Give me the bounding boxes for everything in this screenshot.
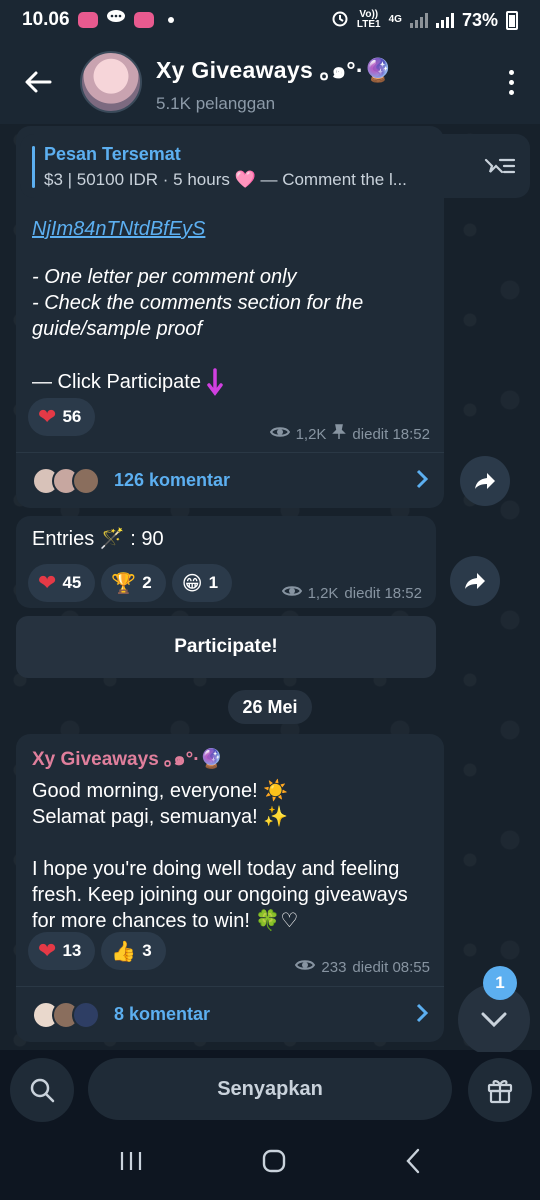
reaction-trophy[interactable]: 🏆 2 [101, 564, 166, 602]
status-bar: 10.06 Vo)) LTE1 4G 73% [0, 0, 540, 40]
reaction-count: 13 [62, 941, 82, 960]
view-count: 1,2K [307, 584, 339, 602]
pin-list-icon[interactable] [482, 154, 516, 178]
system-nav-bar [0, 1126, 540, 1200]
message-meta: 1,2K diedit 18:52 [269, 424, 430, 444]
bottom-input-bar: Senyapkan [0, 1052, 540, 1126]
thumbs-up-icon: 👍 [111, 940, 137, 963]
commenter-avatars [32, 1000, 100, 1029]
share-icon [475, 473, 495, 489]
message-meta: 1,2K diedit 18:52 [281, 584, 422, 602]
reaction-thumbs-up[interactable]: 👍 3 [101, 932, 166, 970]
message-bubble: Entries 🪄 : 90 ❤ 45 🏆 2 😁 1 1,2K diedit … [16, 516, 436, 608]
heart-icon: ❤ [38, 404, 57, 429]
gift-icon [487, 1080, 513, 1104]
participate-button[interactable]: Participate! [16, 616, 436, 678]
sender-name: Xy Giveaways ｡๑°·🔮 [32, 749, 224, 770]
channel-title: Xy Giveaways ｡๑°·🔮 [156, 56, 393, 83]
view-count: 1,2K [295, 425, 327, 443]
network-bottom: LTE1 [356, 19, 381, 30]
chat-bubble-icon [106, 9, 126, 31]
chevron-down-icon [481, 1012, 507, 1028]
network-type: 4G [388, 14, 402, 25]
message-text: Good morning, everyone! ☀️ [32, 780, 289, 802]
share-button[interactable] [450, 556, 500, 606]
eye-icon [269, 425, 290, 443]
message-text: Selamat pagi, semuanya! ✨ [32, 806, 289, 828]
home-button[interactable] [261, 1148, 287, 1179]
comments-button[interactable]: 126 komentar [16, 452, 444, 508]
gift-button[interactable] [468, 1058, 532, 1122]
message-meta: 233 diedit 08:55 [295, 958, 430, 976]
search-icon [30, 1078, 55, 1103]
share-button[interactable] [460, 456, 510, 506]
heart-icon: ❤ [38, 570, 57, 595]
message-text: I hope you're doing well today and feeli… [32, 858, 408, 932]
entries-text: Entries 🪄 : 90 [32, 528, 164, 550]
search-button[interactable] [10, 1058, 74, 1122]
message-text: - One letter per comment only [32, 266, 297, 288]
dot-icon [167, 17, 174, 23]
recent-apps-button[interactable] [119, 1150, 143, 1177]
alarm-icon [331, 9, 349, 32]
share-icon [465, 573, 485, 589]
message-link[interactable]: NjIm84nTNtdBfEyS [32, 216, 432, 242]
reaction-count: 2 [142, 573, 152, 592]
date-separator: 26 Mei [228, 690, 312, 724]
pinned-message-bar[interactable]: Pesan Tersemat $3 | 50100 IDR · 5 hours … [20, 134, 530, 198]
back-button[interactable] [14, 58, 62, 106]
pin-icon [332, 424, 347, 444]
message-bubble: Xy Giveaways ｡๑°·🔮 Good morning, everyon… [16, 734, 444, 1042]
mute-button[interactable]: Senyapkan [88, 1058, 452, 1120]
comments-count: 126 komentar [114, 470, 231, 490]
battery-icon [506, 10, 518, 30]
heart-icon: ❤ [38, 938, 57, 963]
signal-icon [409, 12, 428, 28]
notification-app-icon [133, 12, 154, 28]
message-text: - Check the comments section for the gui… [32, 292, 364, 340]
reaction-count: 3 [142, 941, 152, 960]
edited-time: diedit 18:52 [352, 425, 430, 443]
comments-count: 8 komentar [114, 1004, 211, 1024]
eye-icon [295, 958, 316, 976]
pinned-text: $3 | 50100 IDR · 5 hours 🩷 — Comment the… [44, 170, 407, 189]
recent-apps-icon [120, 1151, 142, 1170]
edited-time: diedit 08:55 [352, 958, 430, 976]
back-chevron-icon [406, 1148, 420, 1173]
comments-button[interactable]: 8 komentar [16, 986, 444, 1042]
reaction-heart[interactable]: ❤ 56 [28, 398, 96, 436]
down-arrow-icon [207, 368, 223, 396]
view-count: 233 [321, 958, 347, 976]
eye-icon [281, 584, 302, 602]
channel-info[interactable]: Xy Giveaways ｡๑°·🔮 5.1K pelanggan [156, 51, 393, 114]
grin-icon: 😁 [181, 572, 203, 595]
reaction-grin[interactable]: 😁 1 [171, 564, 233, 602]
pinned-label: Pesan Tersemat [44, 144, 181, 164]
reaction-count: 56 [62, 407, 82, 426]
system-back-button[interactable] [405, 1148, 421, 1179]
reaction-heart[interactable]: ❤ 45 [28, 564, 96, 602]
battery-percent: 73% [461, 9, 498, 30]
reaction-heart[interactable]: ❤ 13 [28, 932, 96, 970]
status-time: 10.06 [22, 9, 70, 30]
signal-icon [435, 12, 454, 28]
home-icon [262, 1149, 286, 1172]
chat-header: Xy Giveaways ｡๑°·🔮 5.1K pelanggan [0, 40, 540, 124]
back-arrow-icon [25, 71, 52, 93]
reaction-count: 45 [62, 573, 82, 592]
chevron-right-icon [416, 999, 429, 1030]
trophy-icon: 🏆 [111, 572, 137, 595]
chevron-right-icon [416, 465, 429, 496]
message-text: — Click Participate [32, 371, 201, 393]
notification-app-icon [77, 12, 98, 28]
more-menu-button[interactable] [496, 69, 526, 95]
network-label: Vo)) LTE1 [357, 10, 381, 30]
reaction-count: 1 [208, 573, 219, 592]
commenter-avatars [32, 466, 100, 495]
subscriber-count: 5.1K pelanggan [156, 93, 276, 113]
channel-avatar[interactable] [80, 51, 142, 113]
unread-badge: 1 [483, 966, 517, 1000]
edited-time: diedit 18:52 [344, 584, 422, 602]
